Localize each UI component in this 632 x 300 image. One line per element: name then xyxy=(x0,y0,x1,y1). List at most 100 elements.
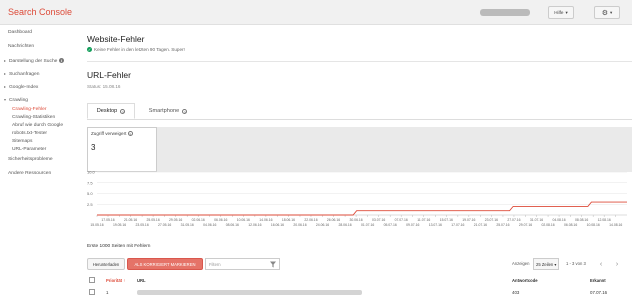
x-tick-label: 04.06.16 xyxy=(203,223,216,227)
sidebar-item-crawl-stats[interactable]: Crawling-Statistiken xyxy=(12,115,55,120)
sidebar-item-search-traffic[interactable]: ▸ Suchanfragen xyxy=(4,71,39,77)
metric-empty-area xyxy=(157,127,632,172)
table-section-title: Erste 1000 Seiten mit Fehlern xyxy=(87,244,151,249)
tab-label: Desktop xyxy=(96,108,118,114)
x-tick-label: 03.07.16 xyxy=(372,218,385,222)
x-tick-label: 27.05.16 xyxy=(158,223,171,227)
sidebar-item-security-issues[interactable]: Sicherheitsprobleme xyxy=(8,157,53,162)
sidebar-item-label: Suchanfragen xyxy=(9,72,40,77)
account-email-redacted[interactable] xyxy=(480,9,530,16)
x-tick-label: 06.06.16 xyxy=(214,218,227,222)
metric-label-text: Zugriff verweigert xyxy=(91,131,127,136)
rows-per-page-select[interactable]: 25 Zeilen ▾ xyxy=(533,258,559,270)
x-tick-label: 14.08.16 xyxy=(609,223,622,227)
tab-label: Smartphone xyxy=(148,108,180,114)
url-errors-title: URL-Fehler xyxy=(87,70,131,80)
sidebar-item-label: URL-Parameter xyxy=(12,147,47,152)
x-tick-label: 04.08.16 xyxy=(552,218,565,222)
x-tick-label: 25.07.16 xyxy=(496,223,509,227)
x-tick-label: 23.05.16 xyxy=(136,223,149,227)
column-response-code[interactable]: Antwortcode xyxy=(512,278,538,283)
chevron-down-icon: ▾ xyxy=(565,9,568,15)
filter-input[interactable]: Filtern xyxy=(205,258,280,270)
x-tick-label: 12.08.16 xyxy=(598,218,611,222)
x-tick-label: 18.06.16 xyxy=(282,218,295,222)
x-tick-label: 26.06.16 xyxy=(327,218,340,222)
info-icon[interactable]: i xyxy=(58,58,64,64)
column-priority[interactable]: Priorität ↑ xyxy=(106,278,125,283)
crawl-errors-chart: 10.0 7.5 5.0 2.5 17.05.16 21.05.16 25.05.16 29.… xyxy=(87,170,627,227)
help-button[interactable]: Hilfe ▾ xyxy=(548,6,574,19)
sidebar-item-label: Crawling-Fehler xyxy=(12,107,47,112)
sidebar-item-label: Google-Index xyxy=(9,85,39,90)
url-errors-status: Status: 15.08.16 xyxy=(87,84,121,89)
x-tick-label: 01.07.16 xyxy=(361,223,374,227)
help-label: Hilfe xyxy=(554,10,564,15)
sidebar-item-label: robots.txt-Tester xyxy=(12,131,48,136)
x-tick-label: 29.05.16 xyxy=(169,218,182,222)
x-tick-label: 31.05.16 xyxy=(181,223,194,227)
x-tick-label: 27.07.16 xyxy=(507,218,520,222)
check-circle-icon: ✓ xyxy=(87,47,92,53)
x-tick-label: 14.06.16 xyxy=(259,218,272,222)
y-tick-label: 10.0 xyxy=(87,170,96,175)
x-tick-label: 24.06.16 xyxy=(316,223,329,227)
chevron-down-icon: ▾ xyxy=(609,9,613,15)
prev-page-icon[interactable]: ‹ xyxy=(595,258,607,270)
sidebar-item-url-parameters[interactable]: URL-Parameter xyxy=(12,147,46,152)
x-tick-label: 13.07.16 xyxy=(429,223,442,227)
row-detected-date: 07.07.16 xyxy=(590,290,608,295)
site-errors-title: Website-Fehler xyxy=(87,34,145,44)
x-tick-label: 21.05.16 xyxy=(124,218,137,222)
x-tick-label: 21.07.16 xyxy=(474,223,487,227)
tab-desktop[interactable]: Desktop ? xyxy=(87,103,135,119)
x-tick-label: 08.06.16 xyxy=(226,223,239,227)
sidebar-item-crawl[interactable]: ▾ Crawling xyxy=(4,97,28,103)
x-tick-label: 11.07.16 xyxy=(417,218,430,222)
tab-smartphone[interactable]: Smartphone ? xyxy=(140,103,196,119)
x-tick-label: 16.06.16 xyxy=(271,223,284,227)
row-url-redacted[interactable] xyxy=(137,290,362,295)
column-detected[interactable]: Erkannt xyxy=(590,278,606,283)
y-tick-label: 2.5 xyxy=(87,202,93,207)
help-icon[interactable]: ? xyxy=(120,108,126,115)
sidebar-item-google-index[interactable]: ▸ Google-Index xyxy=(4,84,38,90)
sidebar-item-robots-tester[interactable]: robots.txt-Tester xyxy=(12,131,47,136)
gear-icon: ⚙ xyxy=(601,9,608,17)
sidebar-item-search-appearance[interactable]: ▸ Darstellung der Suche i xyxy=(4,58,64,64)
sidebar-item-label: Sicherheitsprobleme xyxy=(8,157,53,162)
x-tick-label: 07.07.16 xyxy=(395,218,408,222)
help-icon[interactable]: ? xyxy=(182,108,188,115)
filter-placeholder: Filtern xyxy=(209,261,221,267)
sidebar-item-other-resources[interactable]: Andere Ressourcen xyxy=(8,171,51,176)
sidebar-item-dashboard[interactable]: Dashboard xyxy=(8,30,32,35)
top-bar: Search Console Hilfe ▾ ⚙ ▾ xyxy=(0,0,632,25)
sidebar-item-fetch-as-google[interactable]: Abruf wie durch Google xyxy=(12,123,63,128)
x-tick-label: 20.06.16 xyxy=(293,223,306,227)
x-tick-label: 30.06.16 xyxy=(349,218,362,222)
row-checkbox[interactable] xyxy=(89,289,95,295)
select-all-checkbox[interactable] xyxy=(89,277,95,283)
x-tick-label: 31.07.16 xyxy=(530,218,543,222)
sidebar-item-sitemaps[interactable]: Sitemaps xyxy=(12,139,32,144)
mark-as-fixed-button[interactable]: ALS KORRIGIERT MARKIEREN xyxy=(127,258,203,270)
x-tick-label: 23.07.16 xyxy=(485,218,498,222)
app-title[interactable]: Search Console xyxy=(8,7,72,17)
help-icon[interactable]: ? xyxy=(127,131,133,137)
metric-label: Zugriff verweigert ? xyxy=(91,131,133,137)
sidebar-item-messages[interactable]: Nachrichten xyxy=(8,44,34,49)
x-tick-label: 19.07.16 xyxy=(462,218,475,222)
metric-access-denied[interactable]: Zugriff verweigert ? 3 xyxy=(87,127,157,172)
sidebar-item-label: Abruf wie durch Google xyxy=(12,123,64,128)
sidebar-item-crawl-errors[interactable]: Crawling-Fehler xyxy=(12,107,47,112)
x-tick-label: 15.05.16 xyxy=(90,223,103,227)
next-page-icon[interactable]: › xyxy=(611,258,623,270)
x-tick-label: 19.05.16 xyxy=(113,223,126,227)
column-url[interactable]: URL xyxy=(137,278,146,283)
x-tick-label: 22.06.16 xyxy=(304,218,317,222)
settings-button[interactable]: ⚙ ▾ xyxy=(594,6,620,19)
x-tick-label: 02.06.16 xyxy=(192,218,205,222)
x-tick-label: 02.08.16 xyxy=(541,223,554,227)
download-button[interactable]: Herunterladen xyxy=(87,258,125,270)
pagination-range: 1 - 3 von 3 xyxy=(566,261,586,266)
